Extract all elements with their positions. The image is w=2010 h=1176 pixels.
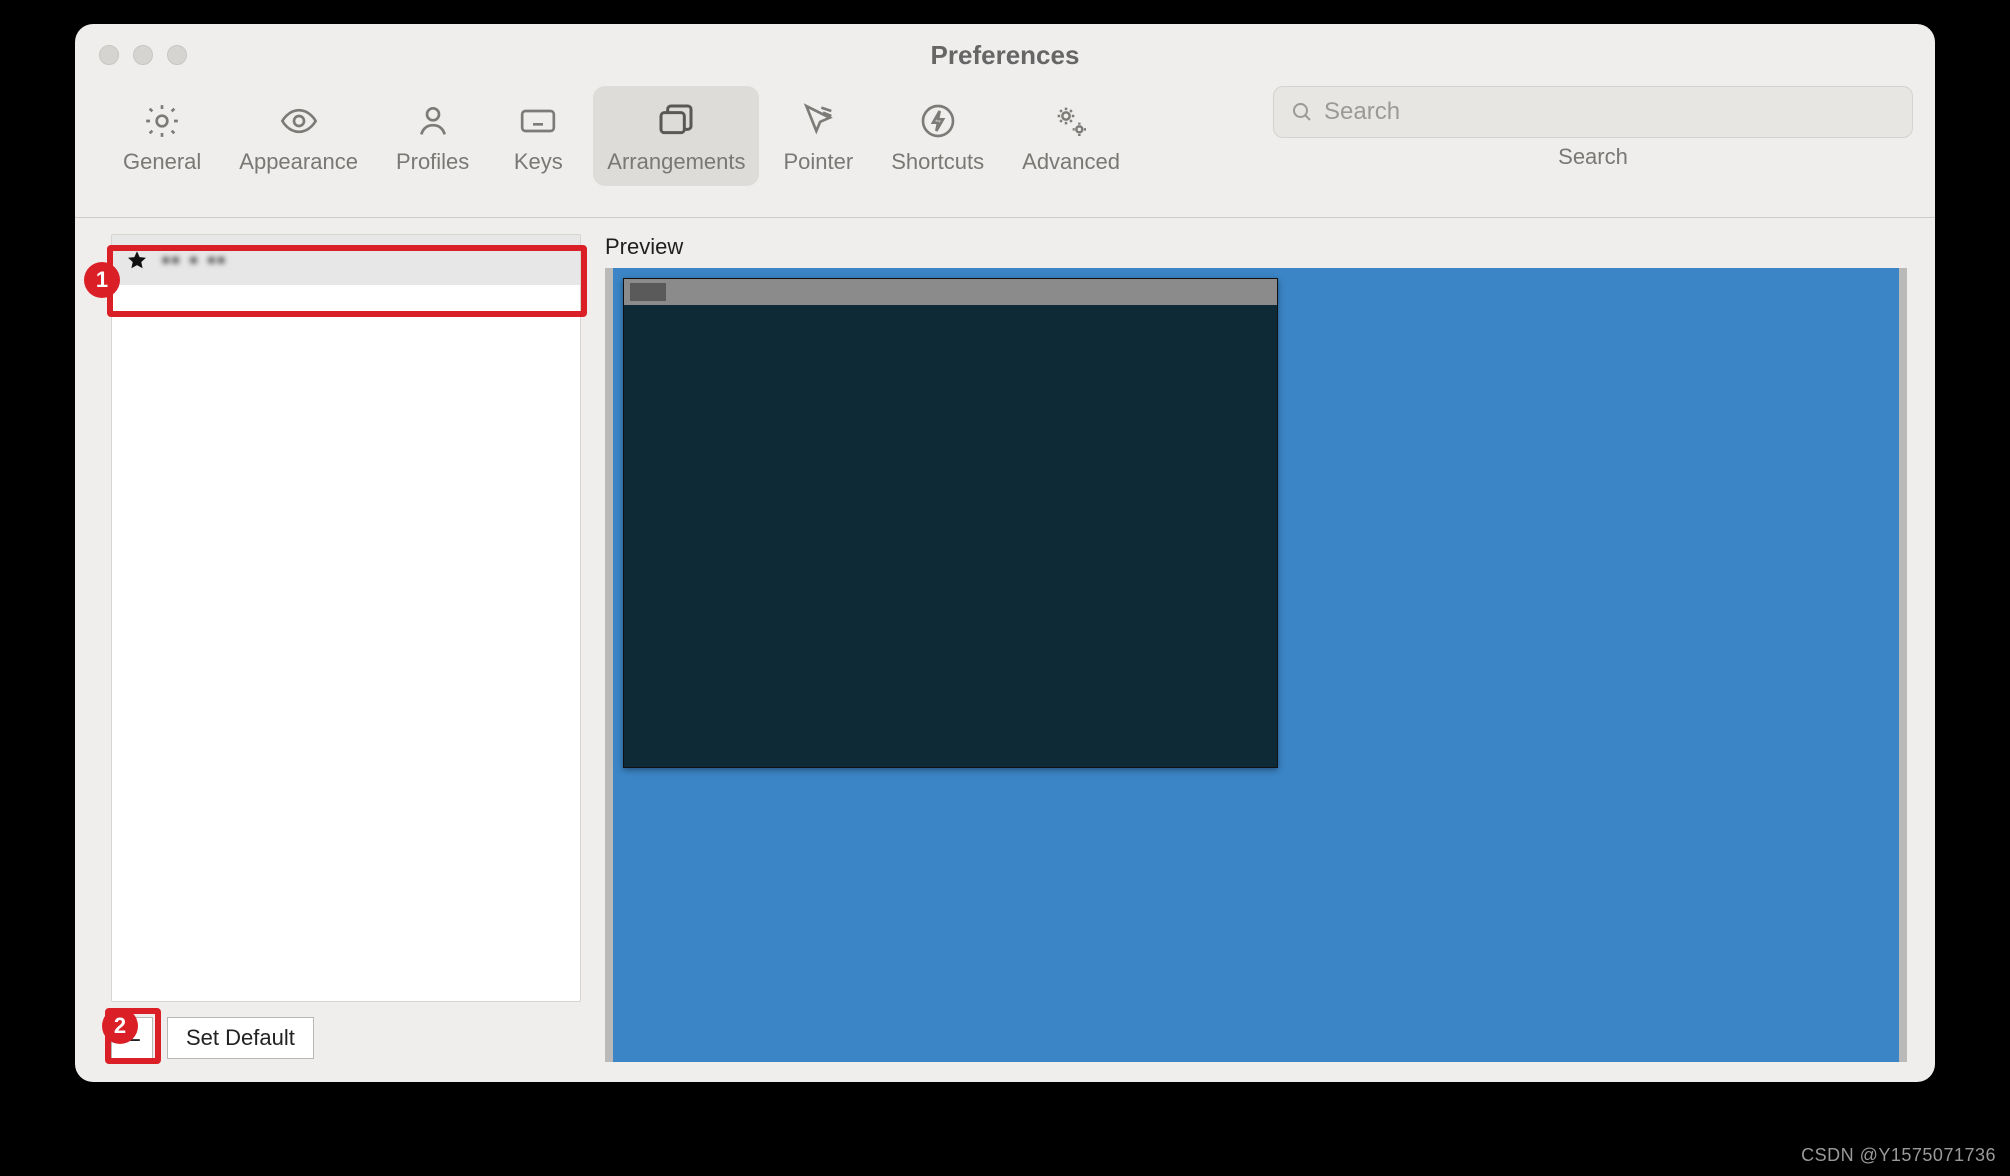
tab-label: Appearance — [239, 149, 358, 175]
tab-arrangements[interactable]: Arrangements — [593, 86, 759, 186]
preview-terminal-tab — [630, 283, 666, 301]
star-icon — [126, 249, 148, 271]
tab-label: Profiles — [396, 149, 469, 175]
set-default-button[interactable]: Set Default — [167, 1017, 314, 1059]
tab-label: Arrangements — [607, 149, 745, 175]
arrangement-name: ▪▪ ▪ ▪▪ — [162, 247, 227, 273]
search-icon — [1290, 100, 1314, 124]
windows-icon — [654, 99, 698, 143]
window-title: Preferences — [75, 40, 1935, 71]
tab-general[interactable]: General — [109, 86, 215, 186]
arrangements-list[interactable]: ▪▪ ▪ ▪▪ — [111, 234, 581, 1002]
toolbar: General Appearance Profiles Keys — [75, 86, 1935, 218]
zoom-window-button[interactable] — [167, 45, 187, 65]
search-input[interactable] — [1324, 98, 1896, 126]
tab-label: Pointer — [783, 149, 853, 175]
watermark: CSDN @Y1575071736 — [1801, 1145, 1996, 1166]
tab-label: Keys — [514, 149, 563, 175]
preview-panel: Preview — [605, 234, 1907, 1062]
arrangement-row[interactable]: ▪▪ ▪ ▪▪ — [112, 235, 580, 285]
body: ▪▪ ▪ ▪▪ – Set Default Preview — [75, 218, 1935, 1082]
tab-shortcuts[interactable]: Shortcuts — [877, 86, 998, 186]
gear-icon — [140, 99, 184, 143]
arrangements-panel: ▪▪ ▪ ▪▪ – Set Default — [111, 234, 581, 1062]
arrangements-actions: – Set Default — [111, 1014, 581, 1062]
person-icon — [411, 99, 455, 143]
annotation-badge-2: 2 — [102, 1008, 138, 1044]
toolbar-search: Search — [1273, 86, 1913, 170]
tab-label: General — [123, 149, 201, 175]
tab-pointer[interactable]: Pointer — [769, 86, 867, 186]
bolt-icon — [916, 99, 960, 143]
cursor-icon — [796, 99, 840, 143]
search-label: Search — [1558, 144, 1628, 170]
tab-appearance[interactable]: Appearance — [225, 86, 372, 186]
preview-terminal-titlebar — [624, 279, 1277, 305]
annotation-badge-1: 1 — [84, 262, 120, 298]
preview-area — [605, 268, 1907, 1062]
minimize-window-button[interactable] — [133, 45, 153, 65]
tab-advanced[interactable]: Advanced — [1008, 86, 1134, 186]
preview-label: Preview — [605, 234, 1907, 260]
tab-label: Shortcuts — [891, 149, 984, 175]
close-window-button[interactable] — [99, 45, 119, 65]
keyboard-icon — [516, 99, 560, 143]
eye-icon — [277, 99, 321, 143]
tab-profiles[interactable]: Profiles — [382, 86, 483, 186]
tab-label: Advanced — [1022, 149, 1120, 175]
search-box[interactable] — [1273, 86, 1913, 138]
tab-keys[interactable]: Keys — [493, 86, 583, 186]
window-controls — [99, 45, 187, 65]
preferences-window: Preferences General Appearance Profiles — [75, 24, 1935, 1082]
gears-icon — [1049, 99, 1093, 143]
preview-terminal-window — [623, 278, 1278, 768]
titlebar: Preferences — [75, 24, 1935, 86]
